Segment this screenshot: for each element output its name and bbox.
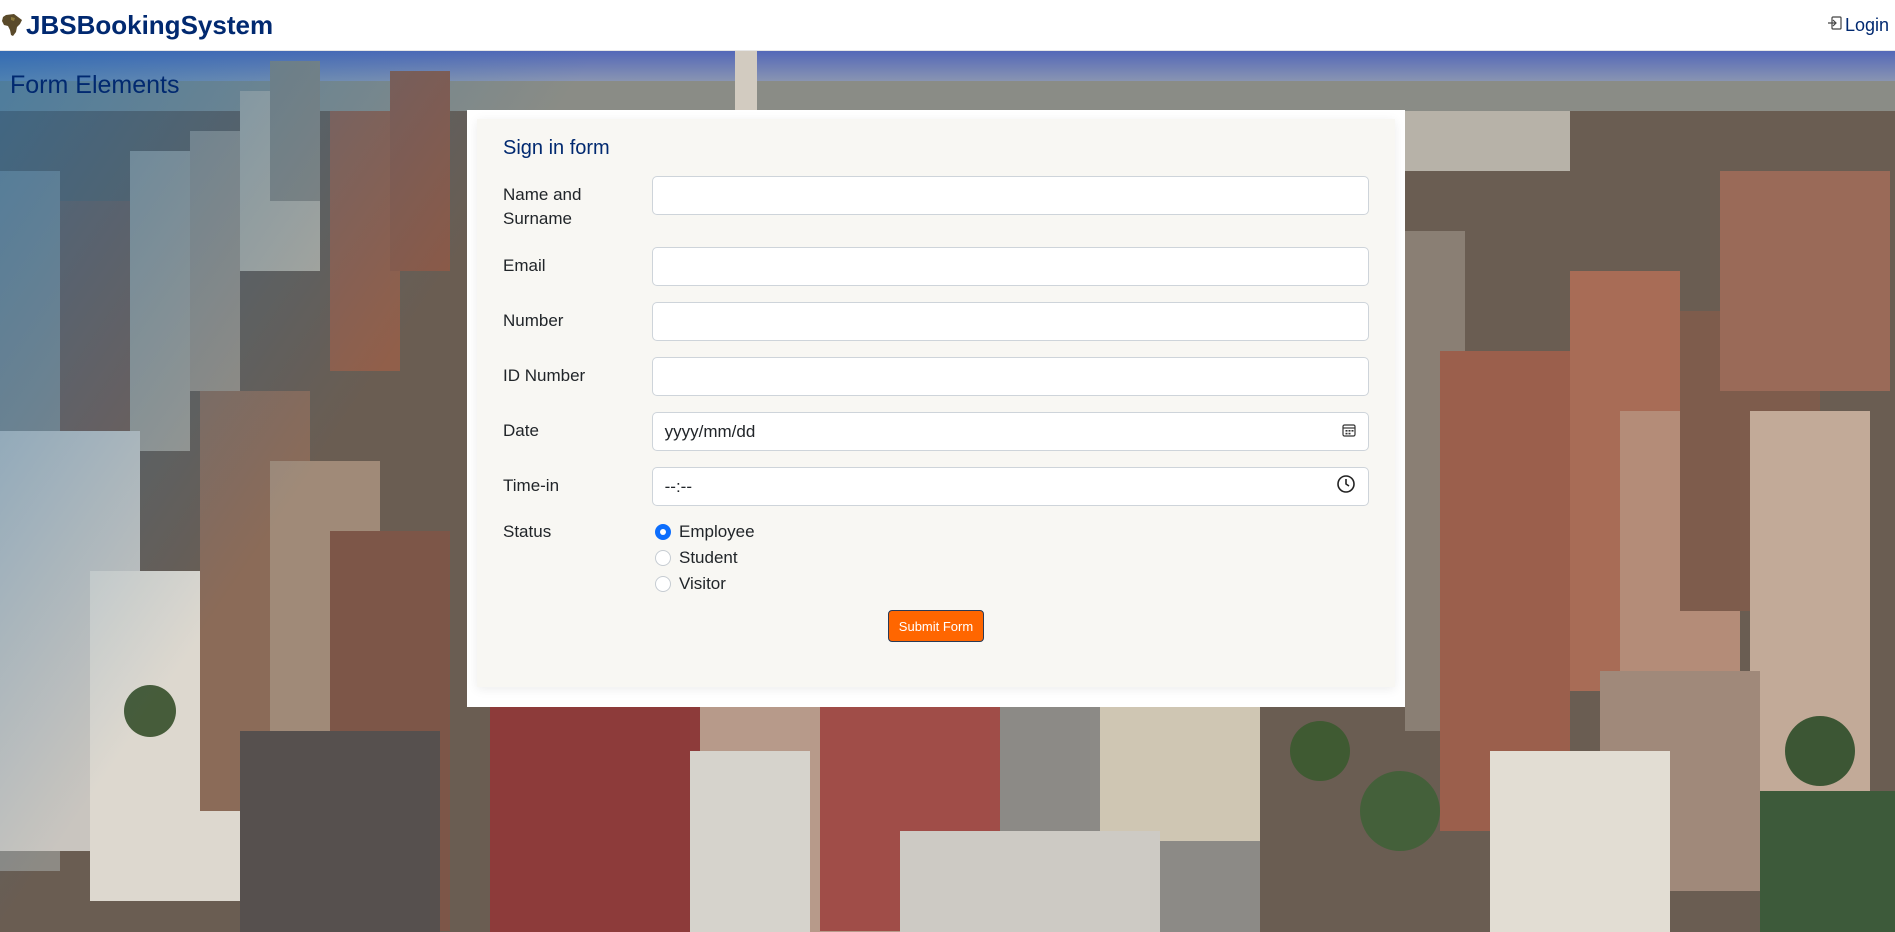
id-number-label: ID Number (503, 366, 586, 385)
name-input[interactable] (664, 177, 1356, 214)
name-field[interactable] (651, 176, 1369, 215)
page-title: Form Elements (10, 71, 180, 99)
visitor-radio[interactable] (655, 576, 671, 592)
id-number-field[interactable] (651, 357, 1369, 396)
number-field[interactable] (651, 302, 1369, 341)
login-label: Login (1844, 14, 1889, 35)
status-option-visitor[interactable]: Visitor (655, 574, 755, 594)
card-title: Sign in form (503, 137, 610, 159)
form-row-name: Name and Surname (503, 176, 1369, 231)
status-label: Status (503, 522, 552, 541)
submit-form-button[interactable]: Submit Form (887, 610, 985, 642)
student-radio[interactable] (655, 550, 671, 566)
top-navbar: JBSBookingSystem Login (0, 0, 1895, 51)
employee-radio[interactable] (655, 524, 671, 540)
date-value: yyyy/mm/dd (664, 421, 756, 441)
visitor-radio-label: Visitor (679, 574, 726, 593)
brand-name: JBSBookingSystem (26, 9, 274, 40)
id-number-input[interactable] (664, 358, 1356, 395)
login-icon (1827, 15, 1842, 36)
time-in-value: --:-- (664, 476, 693, 496)
time-in-label: Time-in (503, 476, 560, 495)
calendar-icon[interactable] (1342, 422, 1356, 442)
employee-radio-label: Employee (679, 522, 755, 541)
form-row-status: Status Employee Student Visitor (503, 522, 1369, 594)
form-row-email: Email (503, 247, 1369, 286)
status-option-student[interactable]: Student (655, 548, 755, 568)
date-field[interactable]: yyyy/mm/dd (651, 412, 1369, 451)
name-label: Name and Surname (503, 185, 582, 228)
brand[interactable]: JBSBookingSystem (0, 0, 273, 50)
status-option-employee[interactable]: Employee (655, 522, 755, 542)
africa-logo-icon (0, 12, 24, 38)
form-row-number: Number (503, 302, 1369, 341)
email-input[interactable] (664, 248, 1356, 285)
email-label: Email (503, 256, 546, 275)
student-radio-label: Student (679, 548, 738, 567)
number-label: Number (503, 311, 564, 330)
login-link[interactable]: Login (1827, 15, 1889, 36)
form-row-id-number: ID Number (503, 357, 1369, 396)
number-input[interactable] (664, 303, 1356, 340)
clock-icon[interactable] (1336, 474, 1356, 499)
time-in-field[interactable]: --:-- (651, 467, 1369, 506)
form-row-time-in: Time-in --:-- (503, 467, 1369, 506)
sign-in-card: Sign in form Name and Surname Email Numb… (467, 110, 1405, 707)
form-row-date: Date yyyy/mm/dd (503, 412, 1369, 451)
submit-wrap: Submit Form (503, 610, 1369, 642)
sign-in-card-body: Sign in form Name and Surname Email Numb… (477, 119, 1395, 687)
date-label: Date (503, 421, 539, 440)
email-field[interactable] (651, 247, 1369, 286)
status-radio-group: Employee Student Visitor (655, 522, 755, 594)
